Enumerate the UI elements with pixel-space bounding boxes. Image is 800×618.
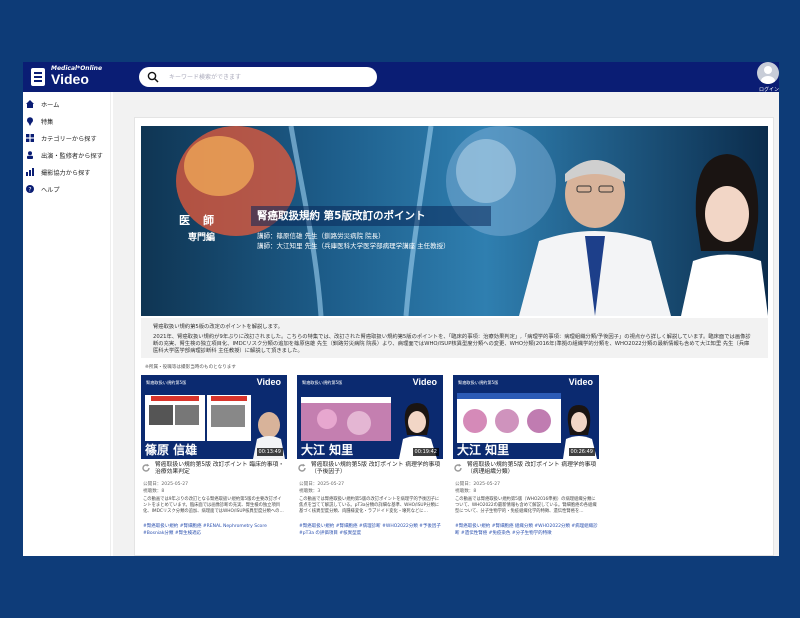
- person-icon: [25, 150, 35, 160]
- help-icon: ?: [25, 184, 35, 194]
- avatar[interactable]: [757, 62, 779, 84]
- search-icon[interactable]: [147, 71, 159, 83]
- refresh-icon: [298, 463, 306, 472]
- video-card[interactable]: 腎癌取扱い規約第5版 Video 大江 知里 00:26:49 腎癌取扱い規約第…: [453, 375, 599, 555]
- sidebar-item-help[interactable]: ? ヘルプ: [23, 181, 111, 197]
- thumb-logo: Video: [256, 377, 281, 387]
- sidebar-item-label: カテゴリーから探す: [41, 135, 97, 143]
- published-date: 公開日：2025-05-27: [143, 482, 189, 487]
- grid-icon: [25, 133, 35, 143]
- thumb-lecturer-name: 大江 知里: [301, 443, 354, 457]
- video-thumbnail[interactable]: 腎癌取扱い規約第5版 Video 大江 知里 00:26:49: [453, 375, 599, 459]
- video-thumbnail[interactable]: 腎癌取扱い規約第5版 Video 篠原 信雄 00:13:49: [141, 375, 287, 459]
- logo-mark-icon: [31, 68, 45, 86]
- video-duration: 00:13:49: [256, 448, 283, 456]
- hero-lecturer-1: 講師：篠原信雄 先生（釧路労災病院 院長）: [257, 232, 385, 240]
- video-title[interactable]: 腎癌取扱い規約第5版 改訂ポイント 病理学的事項（予後因子）: [311, 462, 441, 476]
- sidebar-item-label: 特集: [41, 118, 54, 126]
- sidebar: ホーム 特集 カテゴリーから探す 出演・監修者から探す 撮影協力から探す ? ヘ…: [23, 92, 111, 556]
- video-title[interactable]: 腎癌取扱い規約第5版 改訂ポイント 臨床的事項・治療効果判定: [155, 462, 285, 476]
- main-content: 医 師 専門編 腎癌取扱規約 第5版改訂のポイント 講師：篠原信雄 先生（釧路労…: [113, 92, 779, 556]
- video-duration: 00:19:42: [412, 448, 439, 456]
- view-count: 視聴数：8: [143, 489, 165, 494]
- video-thumbnail[interactable]: 腎癌取扱い規約第5版 Video 大江 知里 00:19:42: [297, 375, 443, 459]
- video-tags[interactable]: #腎癌取扱い規約 #腎細胞癌 #病理診断 #WHO2022分類 #予後因子 #p…: [299, 523, 443, 537]
- description-lead: 腎癌取扱い規約第5版の改定のポイントを解説します。: [153, 324, 283, 330]
- video-card[interactable]: 腎癌取扱い規約第5版 Video 大江 知里 00:19:42 腎癌取扱い規約第…: [297, 375, 443, 555]
- video-duration: 00:26:49: [568, 448, 595, 456]
- bar-chart-icon: [25, 167, 35, 177]
- hero-badge-doctor: 医 師: [179, 214, 215, 227]
- sidebar-item-performer[interactable]: 出演・監修者から探す: [23, 147, 111, 163]
- video-card[interactable]: 腎癌取扱い規約第5版 Video 篠原 信雄 00:13:49 腎癌取扱い規約第…: [141, 375, 287, 555]
- sidebar-item-label: 撮影協力から探す: [41, 169, 91, 177]
- svg-text:?: ?: [28, 186, 31, 193]
- view-count: 視聴数：3: [299, 489, 321, 494]
- hero-title: 腎癌取扱規約 第5版改訂のポイント: [257, 210, 426, 222]
- sidebar-item-label: 出演・監修者から探す: [41, 152, 103, 160]
- thumb-logo: Video: [412, 377, 437, 387]
- sidebar-item-category[interactable]: カテゴリーから探す: [23, 130, 111, 146]
- video-title[interactable]: 腎癌取扱い規約第5版 改訂ポイント 病理学的事項（病理組織分類）: [467, 462, 597, 476]
- hero-badge-specialist: 専門編: [188, 233, 216, 243]
- app-window: Medical*Online Video キーワード検索ができます ログイン ホ…: [23, 62, 779, 556]
- video-summary: この動画では腎癌取扱い規約第5版の改訂ポイントを病理学的予後因子に焦点を当てて解…: [299, 497, 440, 514]
- video-summary: この動画では9年ぶりの改訂となる腎癌取扱い規約第5版の主要改訂ポイントをまとめて…: [143, 497, 284, 514]
- top-header: Medical*Online Video キーワード検索ができます ログイン: [23, 62, 779, 93]
- affiliation-note: ※所属・役職等は撮影当時のものとなります: [145, 365, 236, 370]
- user-icon: [761, 66, 775, 84]
- search-placeholder: キーワード検索ができます: [169, 74, 242, 81]
- published-date: 公開日：2025-05-27: [455, 482, 501, 487]
- hero-banner[interactable]: 医 師 専門編 腎癌取扱規約 第5版改訂のポイント 講師：篠原信雄 先生（釧路労…: [141, 126, 768, 316]
- video-tags[interactable]: #腎癌取扱い規約 #腎細胞癌 組織分類 #WHO2022分類 #病理組織診断 #…: [455, 523, 599, 537]
- view-count: 視聴数：8: [455, 489, 477, 494]
- sidebar-item-home[interactable]: ホーム: [23, 96, 111, 112]
- feature-panel: 医 師 専門編 腎癌取扱規約 第5版改訂のポイント 講師：篠原信雄 先生（釧路労…: [134, 117, 774, 556]
- pin-icon: [25, 116, 35, 126]
- thumb-logo: Video: [568, 377, 593, 387]
- video-summary: この動画では腎癌取扱い規約第5版（WHO2016準拠）の病理組織分類について、W…: [455, 497, 597, 514]
- sidebar-item-special[interactable]: 特集: [23, 113, 111, 129]
- sidebar-item-cooperation[interactable]: 撮影協力から探す: [23, 164, 111, 180]
- sidebar-item-label: ヘルプ: [41, 186, 60, 194]
- thumb-brand: 腎癌取扱い規約第5版: [458, 380, 499, 385]
- thumb-lecturer-name: 篠原 信雄: [145, 443, 198, 457]
- thumb-brand: 腎癌取扱い規約第5版: [302, 380, 343, 385]
- sidebar-item-label: ホーム: [41, 101, 60, 109]
- logo-title[interactable]: Video: [51, 71, 89, 87]
- video-tags[interactable]: #腎癌取扱い規約 #腎細胞癌 #RENAL Nephrometry Score …: [143, 523, 287, 537]
- home-icon: [25, 99, 35, 109]
- thumb-brand: 腎癌取扱い規約第5版: [146, 380, 187, 385]
- refresh-icon: [454, 463, 462, 472]
- published-date: 公開日：2025-05-27: [299, 482, 345, 487]
- thumb-lecturer-name: 大江 知里: [457, 443, 510, 457]
- refresh-icon: [142, 463, 150, 472]
- hero-lecturer-2: 講師：大江知里 先生（兵庫医科大学医学部病理学講座 主任教授）: [257, 242, 450, 250]
- description-body: 2021年、腎癌取扱い規約が9年ぶりに改訂されました。こちらの特集では、改訂され…: [153, 334, 751, 354]
